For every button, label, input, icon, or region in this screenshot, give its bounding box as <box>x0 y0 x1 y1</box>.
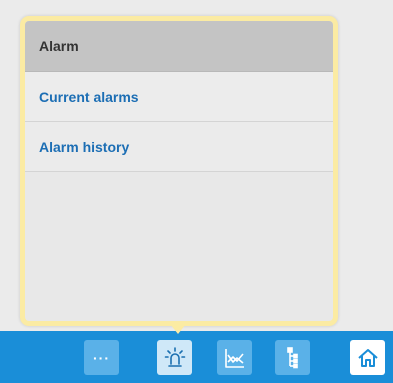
menu-item-alarm-history[interactable]: Alarm history <box>25 122 333 172</box>
tree-structure-icon <box>281 346 305 370</box>
more-icon: ··· <box>93 349 110 366</box>
alarm-beacon-icon <box>163 346 187 370</box>
alarm-menu-title: Alarm <box>25 21 333 72</box>
bottom-toolbar: ··· <box>0 331 393 383</box>
home-button[interactable] <box>350 340 385 375</box>
home-icon <box>356 346 380 370</box>
popover-arrow <box>170 324 186 334</box>
structure-button[interactable] <box>275 340 310 375</box>
trend-chart-icon <box>223 346 247 370</box>
more-button[interactable]: ··· <box>84 340 119 375</box>
alarm-popover: Alarm Current alarms Alarm history <box>20 16 338 326</box>
alarm-button[interactable] <box>157 340 192 375</box>
menu-item-current-alarms[interactable]: Current alarms <box>25 72 333 122</box>
trend-button[interactable] <box>217 340 252 375</box>
